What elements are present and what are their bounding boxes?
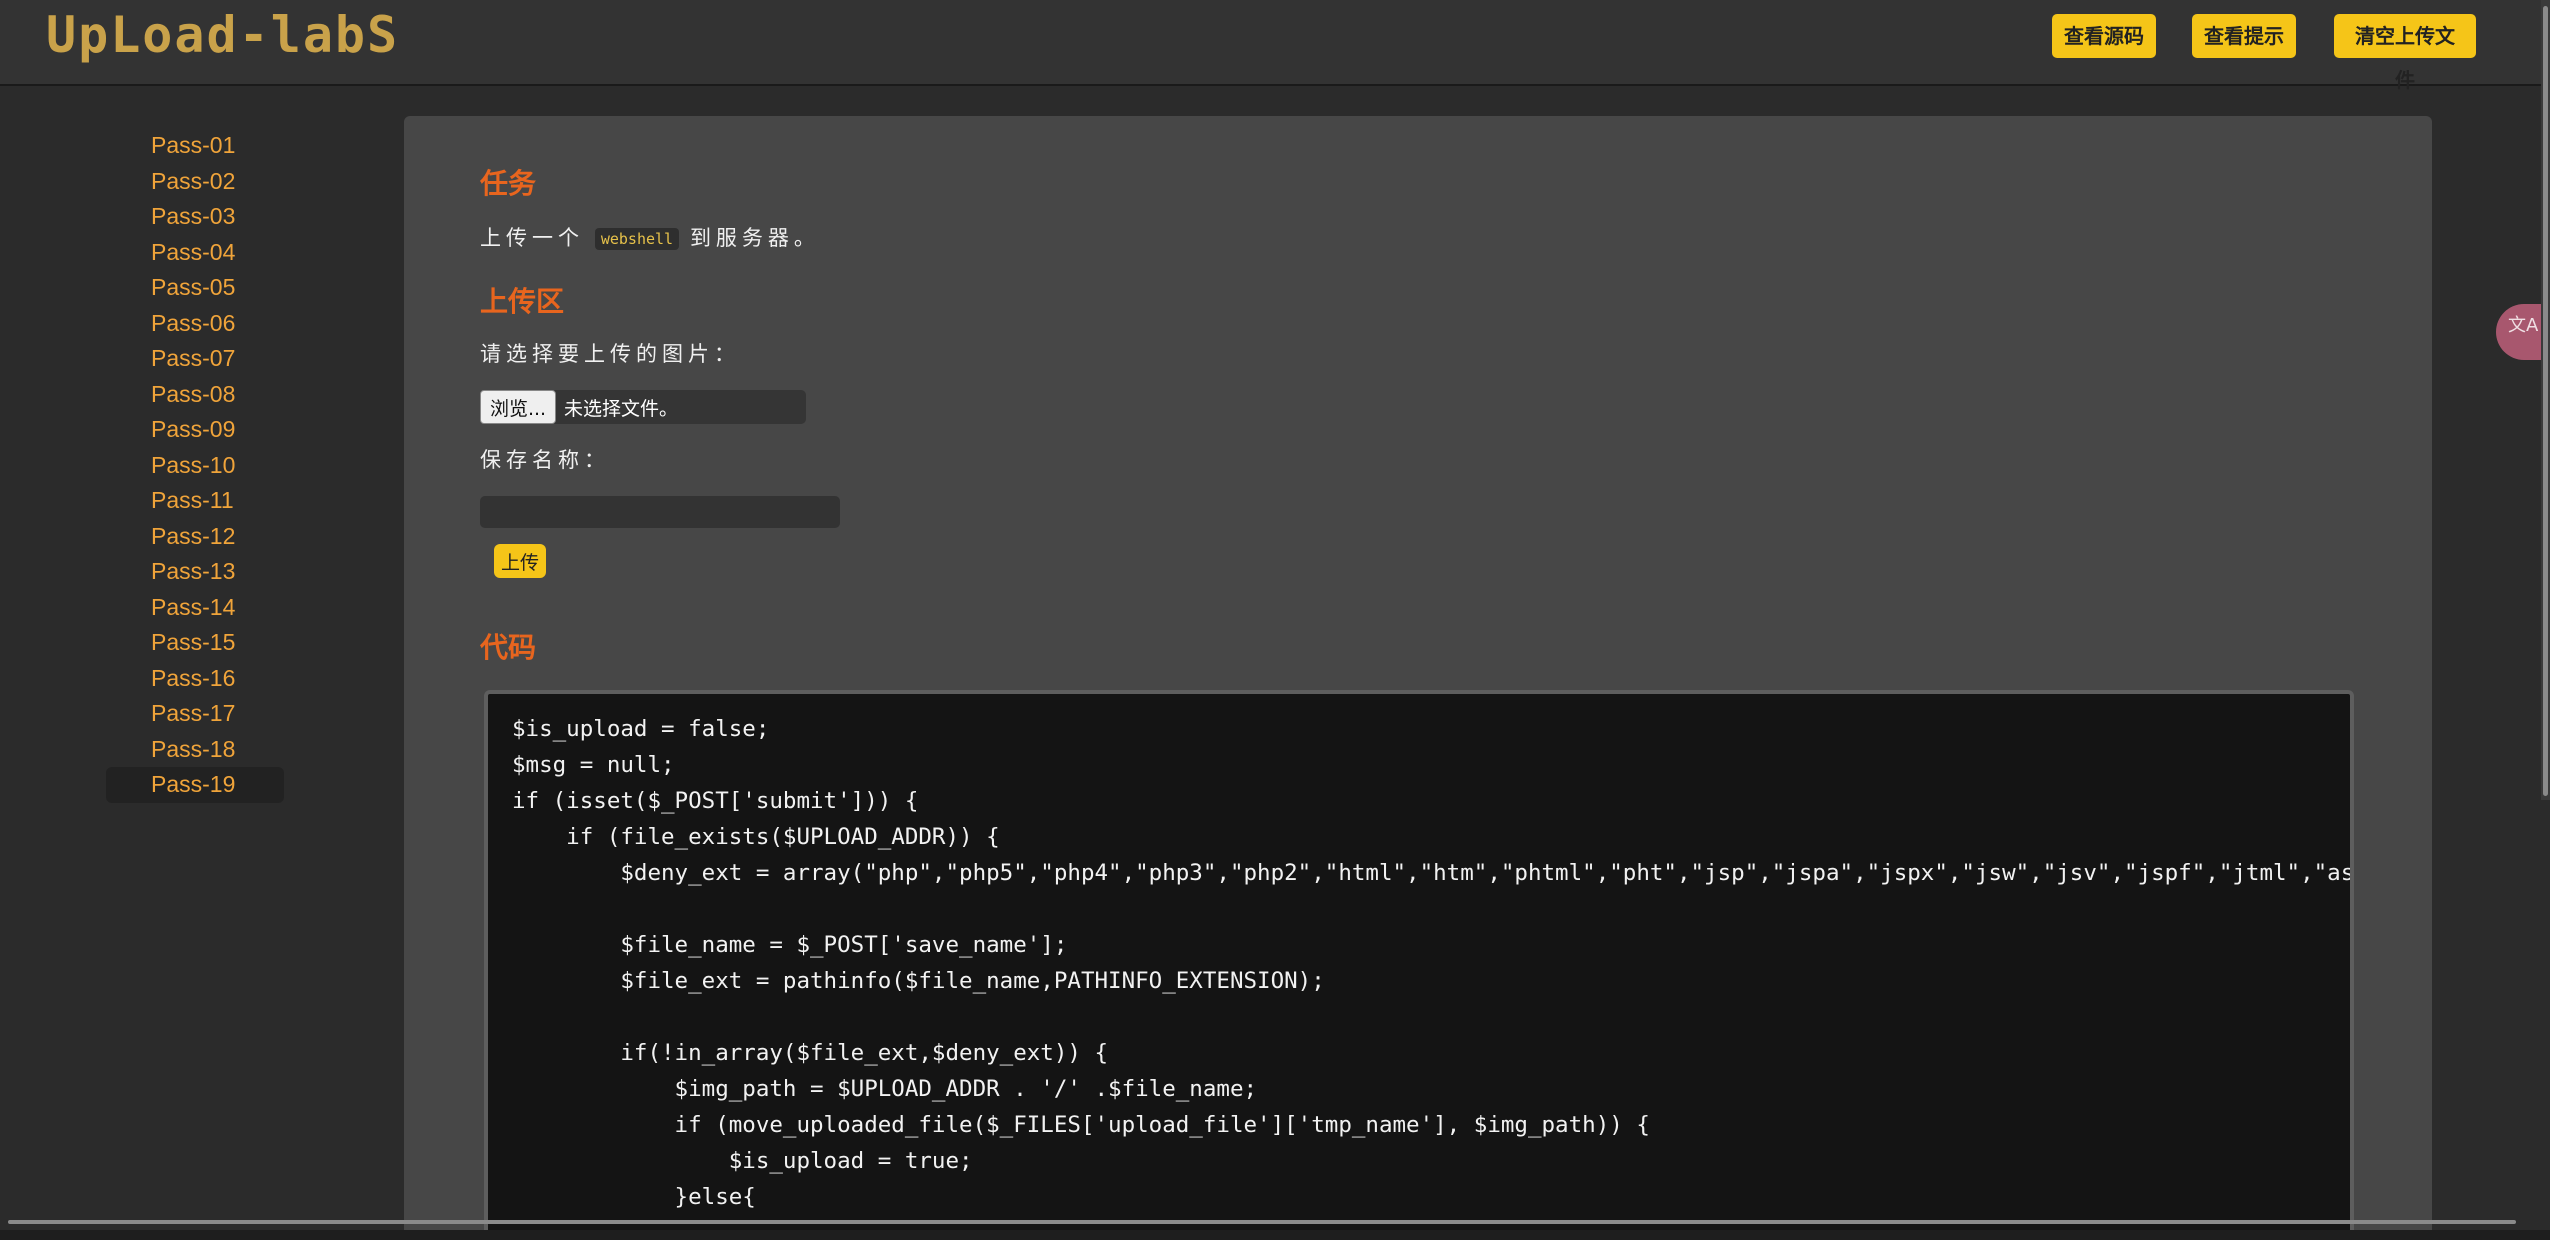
task-suffix: 到服务器。 xyxy=(689,227,820,250)
code-line: $msg = null; xyxy=(512,752,675,778)
sidebar-item-pass-09[interactable]: Pass-09 xyxy=(106,412,284,448)
sidebar-item-pass-13[interactable]: Pass-13 xyxy=(106,554,284,590)
code-line: if(!in_array($file_ext,$deny_ext)) { xyxy=(512,1040,1109,1066)
code-line: $file_name = $_POST['save_name']; xyxy=(512,932,1068,958)
sidebar-item-pass-03[interactable]: Pass-03 xyxy=(106,199,284,235)
upload-title: 上传区 xyxy=(480,286,565,317)
code-line: if (file_exists($UPLOAD_ADDR)) { xyxy=(512,824,1000,850)
site-logo[interactable]: UpLoad-labS xyxy=(46,6,399,64)
sidebar-nav: Pass-01 Pass-02 Pass-03 Pass-04 Pass-05 … xyxy=(106,128,284,803)
file-status: 未选择文件。 xyxy=(564,398,679,420)
sidebar-item-pass-14[interactable]: Pass-14 xyxy=(106,590,284,626)
sidebar-item-pass-02[interactable]: Pass-02 xyxy=(106,164,284,200)
bottom-strip xyxy=(0,1230,2550,1240)
code-line: }else{ xyxy=(512,1184,756,1210)
task-title: 任务 xyxy=(480,168,537,199)
clear-uploads-button[interactable]: 清空上传文件 xyxy=(2334,14,2476,92)
code-title: 代码 xyxy=(480,632,537,663)
sidebar-item-pass-08[interactable]: Pass-08 xyxy=(106,377,284,413)
svg-text:文A: 文A xyxy=(2508,315,2538,336)
code-line: if (move_uploaded_file($_FILES['upload_f… xyxy=(512,1112,1650,1138)
sidebar-item-pass-16[interactable]: Pass-16 xyxy=(106,661,284,697)
sidebar-item-pass-10[interactable]: Pass-10 xyxy=(106,448,284,484)
task-prefix: 上传一个 xyxy=(480,227,584,250)
sidebar-item-pass-12[interactable]: Pass-12 xyxy=(106,519,284,555)
save-name-label: 保存名称： xyxy=(480,449,610,472)
sidebar-item-pass-17[interactable]: Pass-17 xyxy=(106,696,284,732)
code-line: $is_upload = true; xyxy=(512,1148,973,1174)
sidebar-item-pass-07[interactable]: Pass-07 xyxy=(106,341,284,377)
vertical-scrollbar-thumb[interactable] xyxy=(2543,6,2548,796)
sidebar-item-pass-15[interactable]: Pass-15 xyxy=(106,625,284,661)
task-description: 上传一个 webshell 到服务器。 xyxy=(480,222,820,252)
top-header: UpLoad-labS 查看源码 查看提示 清空上传文件 xyxy=(0,0,2550,92)
sidebar-item-pass-11[interactable]: Pass-11 xyxy=(106,483,284,519)
sidebar-item-pass-05[interactable]: Pass-05 xyxy=(106,270,284,306)
sidebar-item-pass-01[interactable]: Pass-01 xyxy=(106,128,284,164)
browse-button[interactable]: 浏览... xyxy=(480,390,556,424)
sidebar-item-pass-06[interactable]: Pass-06 xyxy=(106,306,284,342)
horizontal-scrollbar[interactable] xyxy=(8,1220,2516,1224)
code-line: if (isset($_POST['submit'])) { xyxy=(512,788,919,814)
view-hint-button[interactable]: 查看提示 xyxy=(2192,14,2296,58)
sidebar-item-pass-04[interactable]: Pass-04 xyxy=(106,235,284,271)
view-source-button[interactable]: 查看源码 xyxy=(2052,14,2156,58)
code-line: $is_upload = false; xyxy=(512,716,770,742)
sidebar-item-pass-18[interactable]: Pass-18 xyxy=(106,732,284,768)
translate-glyph-icon: 文A xyxy=(2508,315,2539,336)
code-block: $is_upload = false; $msg = null; if (iss… xyxy=(484,690,2354,1240)
save-name-input[interactable] xyxy=(480,496,840,528)
task-code: webshell xyxy=(594,228,680,251)
choose-file-label: 请选择要上传的图片： xyxy=(480,343,740,366)
file-input[interactable]: 浏览... 未选择文件。 xyxy=(480,390,806,424)
code-line: $file_ext = pathinfo($file_name,PATHINFO… xyxy=(512,968,1325,994)
code-line: $img_path = $UPLOAD_ADDR . '/' .$file_na… xyxy=(512,1076,1258,1102)
main-panel: 任务 上传一个 webshell 到服务器。 上传区 请选择要上传的图片： 浏览… xyxy=(404,116,2432,1240)
code-line: $deny_ext = array("php","php5","php4","p… xyxy=(512,860,2354,886)
sidebar-item-pass-19[interactable]: Pass-19 xyxy=(106,767,284,803)
upload-button[interactable]: 上传 xyxy=(494,544,546,578)
